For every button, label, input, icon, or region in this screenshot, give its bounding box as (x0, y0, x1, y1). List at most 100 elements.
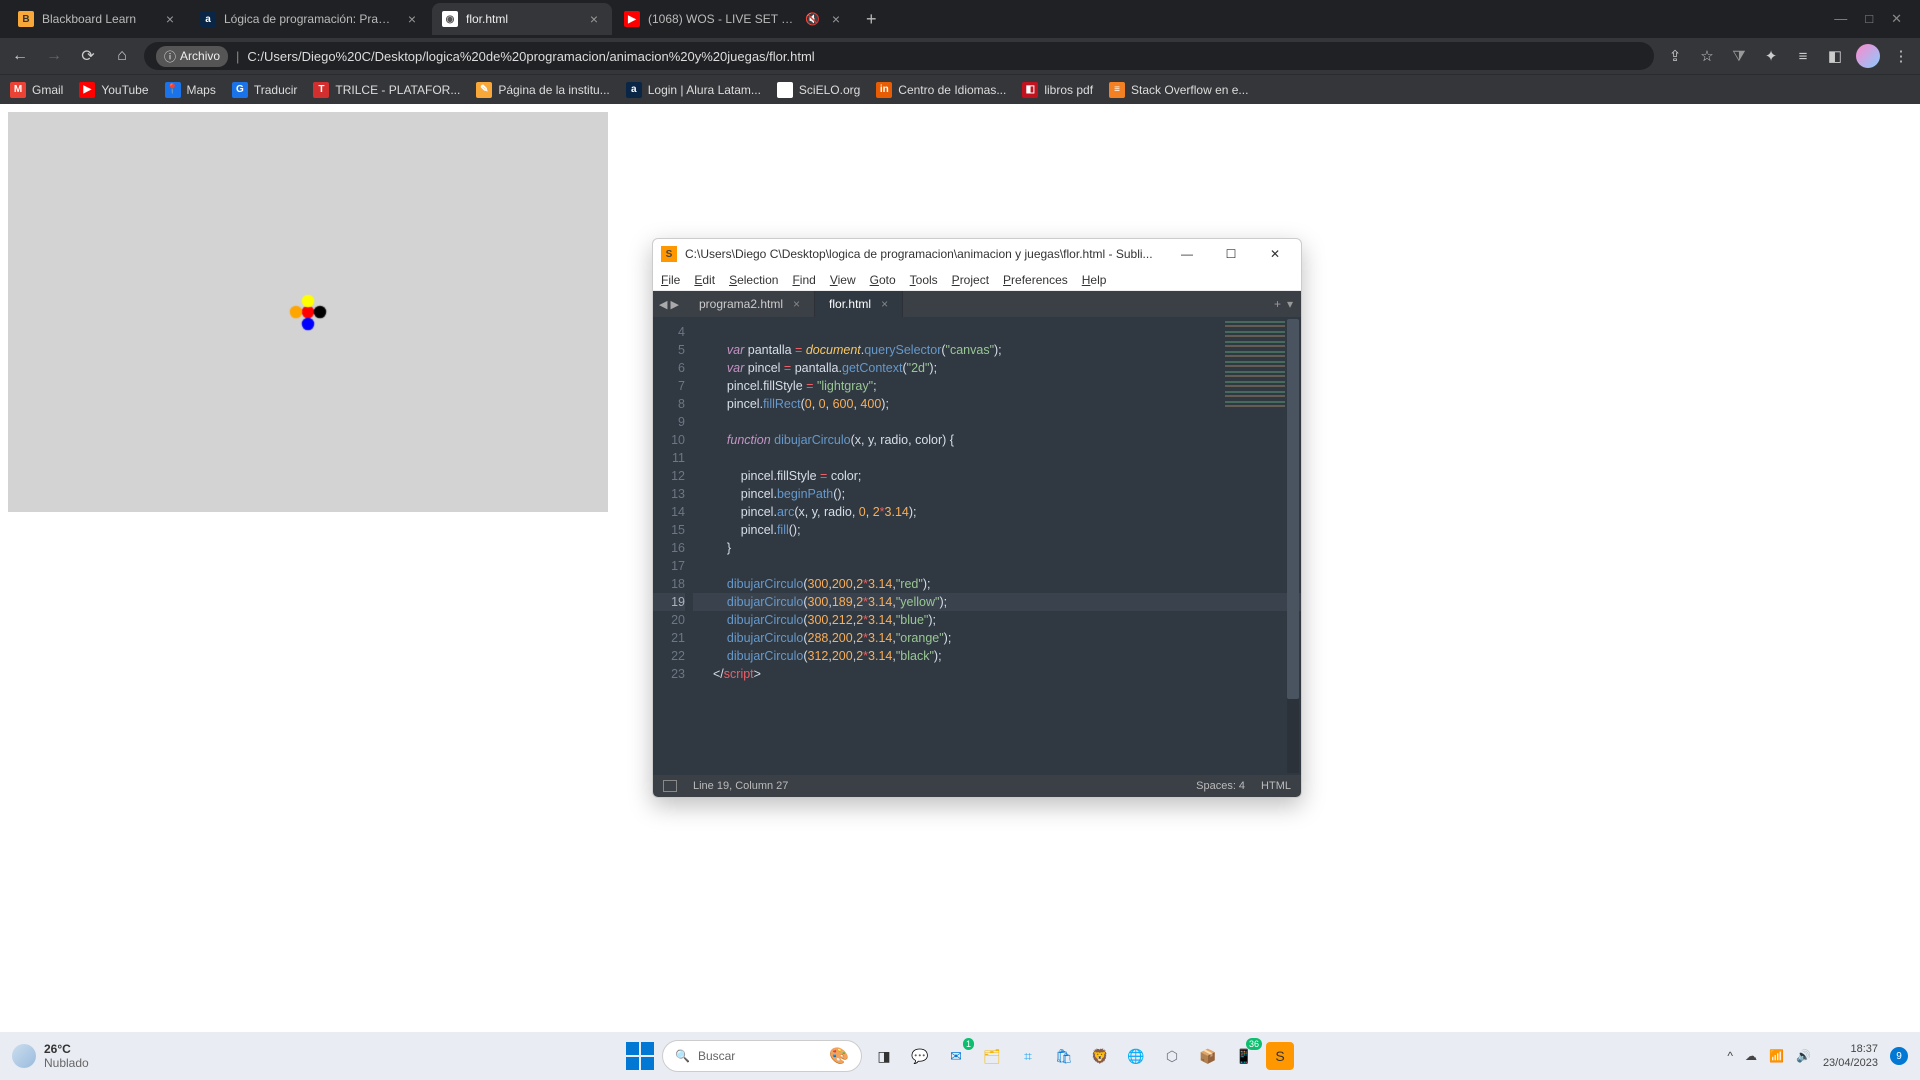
browser-tab[interactable]: ▶ (1068) WOS - LIVE SET - Pro 🔇 × (614, 3, 854, 35)
sublime-close[interactable]: ✕ (1257, 247, 1293, 261)
box-icon[interactable]: 📦 (1194, 1042, 1222, 1070)
editor-tab-close-icon[interactable]: × (793, 297, 800, 311)
bookmark-item[interactable]: ◧libros pdf (1022, 82, 1093, 98)
bookmark-favicon: ✎ (476, 82, 492, 98)
code-area[interactable]: var pantalla = document.querySelector("c… (693, 317, 1301, 775)
bookmark-item[interactable]: ✎Página de la institu... (476, 82, 609, 98)
chrome-icon[interactable]: 🌐 (1122, 1042, 1150, 1070)
address-url: C:/Users/Diego%20C/Desktop/logica%20de%2… (247, 49, 814, 64)
volume-icon[interactable]: 🔊 (1796, 1049, 1811, 1063)
menu-item[interactable]: Goto (870, 273, 896, 287)
new-tab-button[interactable]: + (856, 9, 887, 30)
brave-icon[interactable]: 🦁 (1086, 1042, 1114, 1070)
bookmark-item[interactable]: aLogin | Alura Latam... (626, 82, 761, 98)
menu-item[interactable]: Selection (729, 273, 778, 287)
browser-tab[interactable]: ◉ flor.html × (432, 3, 612, 35)
sublime-titlebar[interactable]: S C:\Users\Diego C\Desktop\logica de pro… (653, 239, 1301, 269)
share-icon[interactable]: ⇪ (1664, 47, 1686, 65)
bookmark-label: libros pdf (1044, 83, 1093, 97)
vscode-icon[interactable]: ⌗ (1014, 1042, 1042, 1070)
gitlab-icon[interactable]: ⧩ (1728, 48, 1750, 65)
tab-mute-icon[interactable]: 🔇 (805, 12, 820, 26)
minimap[interactable] (1225, 321, 1285, 411)
shield-icon[interactable]: ⬡ (1158, 1042, 1186, 1070)
window-minimize[interactable]: — (1834, 11, 1847, 27)
browser-tab[interactable]: a Lógica de programación: Practic × (190, 3, 430, 35)
editor-tab[interactable]: flor.html× (815, 291, 903, 317)
file-explorer-icon[interactable]: 🗂 (978, 1042, 1006, 1070)
tray-chevron-icon[interactable]: ^ (1727, 1049, 1733, 1063)
nav-reload[interactable]: ⟳ (76, 46, 100, 66)
sublime-app-icon: S (661, 246, 677, 262)
tab-close-icon[interactable]: × (162, 11, 178, 27)
menu-item[interactable]: Tools (910, 273, 938, 287)
tab-close-icon[interactable]: × (586, 11, 602, 27)
sublime-text-window: S C:\Users\Diego C\Desktop\logica de pro… (652, 238, 1302, 798)
tab-favicon: ▶ (624, 11, 640, 27)
tab-close-icon[interactable]: × (828, 11, 844, 27)
sublime-tab-controls[interactable]: +▾ (1266, 291, 1301, 317)
bookmark-star-icon[interactable]: ☆ (1696, 47, 1718, 65)
sublime-taskbar-icon[interactable]: S (1266, 1042, 1294, 1070)
nav-forward[interactable]: → (42, 47, 66, 65)
plus-icon[interactable]: + (1274, 297, 1281, 311)
scrollbar-thumb[interactable] (1287, 319, 1299, 699)
bookmark-item[interactable]: MGmail (10, 82, 63, 98)
bookmark-favicon: ▶ (79, 82, 95, 98)
window-close[interactable]: ✕ (1891, 11, 1902, 27)
menu-item[interactable]: Preferences (1003, 273, 1068, 287)
mail-icon[interactable]: ✉1 (942, 1042, 970, 1070)
status-syntax[interactable]: HTML (1261, 780, 1291, 792)
bookmark-label: Traducir (254, 83, 298, 97)
bookmark-item[interactable]: TTRILCE - PLATAFOR... (313, 82, 460, 98)
sublime-minimize[interactable]: — (1169, 247, 1205, 261)
notifications-badge[interactable]: 9 (1890, 1047, 1908, 1065)
task-view-icon[interactable]: ◨ (870, 1042, 898, 1070)
bookmark-item[interactable]: GTraducir (232, 82, 298, 98)
menu-item[interactable]: Project (952, 273, 989, 287)
tab-title: (1068) WOS - LIVE SET - Pro (648, 12, 797, 26)
menu-item[interactable]: Help (1082, 273, 1107, 287)
browser-tab[interactable]: B Blackboard Learn × (8, 3, 188, 35)
mail-badge: 1 (963, 1038, 974, 1050)
reading-list-icon[interactable]: ≡ (1792, 48, 1814, 65)
tab-favicon: ◉ (442, 11, 458, 27)
bookmark-item[interactable]: 📍Maps (165, 82, 216, 98)
tab-close-icon[interactable]: × (404, 11, 420, 27)
chat-icon[interactable]: 💬 (906, 1042, 934, 1070)
menu-item[interactable]: File (661, 273, 680, 287)
sidebar-toggle-icon[interactable] (663, 780, 677, 792)
profile-avatar[interactable] (1856, 44, 1880, 68)
editor-tab[interactable]: programa2.html× (685, 291, 815, 317)
sublime-tab-nav[interactable]: ◀ ▶ (653, 291, 685, 317)
menu-kebab-icon[interactable]: ⋮ (1890, 47, 1912, 65)
nav-home[interactable]: ⌂ (110, 47, 134, 65)
bookmark-item[interactable]: ≡Stack Overflow en e... (1109, 82, 1248, 98)
taskbar-weather[interactable]: 26°C Nublado (12, 1042, 89, 1070)
extensions-icon[interactable]: ✦ (1760, 47, 1782, 65)
onedrive-icon[interactable]: ☁ (1745, 1049, 1757, 1063)
menu-item[interactable]: Find (792, 273, 815, 287)
menu-item[interactable]: View (830, 273, 856, 287)
whatsapp-icon[interactable]: 📱36 (1230, 1042, 1258, 1070)
chevron-down-icon[interactable]: ▾ (1287, 297, 1293, 311)
menu-item[interactable]: Edit (694, 273, 715, 287)
taskbar-clock[interactable]: 18:37 23/04/2023 (1823, 1042, 1878, 1070)
bookmark-item[interactable]: inCentro de Idiomas... (876, 82, 1006, 98)
bookmark-favicon: a (626, 82, 642, 98)
whatsapp-badge: 36 (1246, 1038, 1262, 1050)
sublime-maximize[interactable]: ☐ (1213, 247, 1249, 261)
nav-back[interactable]: ← (8, 47, 32, 65)
start-button[interactable] (626, 1042, 654, 1070)
bookmark-item[interactable]: ▶YouTube (79, 82, 148, 98)
sublime-editor[interactable]: 4567891011121314151617181920212223 var p… (653, 317, 1301, 775)
bookmark-item[interactable]: SSciELO.org (777, 82, 860, 98)
window-maximize[interactable]: □ (1865, 11, 1873, 27)
store-icon[interactable]: 🛍 (1050, 1042, 1078, 1070)
sidepanel-icon[interactable]: ◧ (1824, 47, 1846, 65)
wifi-icon[interactable]: 📶 (1769, 1049, 1784, 1063)
status-indent[interactable]: Spaces: 4 (1196, 780, 1245, 792)
taskbar-search[interactable]: 🔍 Buscar 🎨 (662, 1040, 862, 1072)
address-bar[interactable]: ⓘ Archivo | C:/Users/Diego%20C/Desktop/l… (144, 42, 1654, 70)
editor-tab-close-icon[interactable]: × (881, 297, 888, 311)
